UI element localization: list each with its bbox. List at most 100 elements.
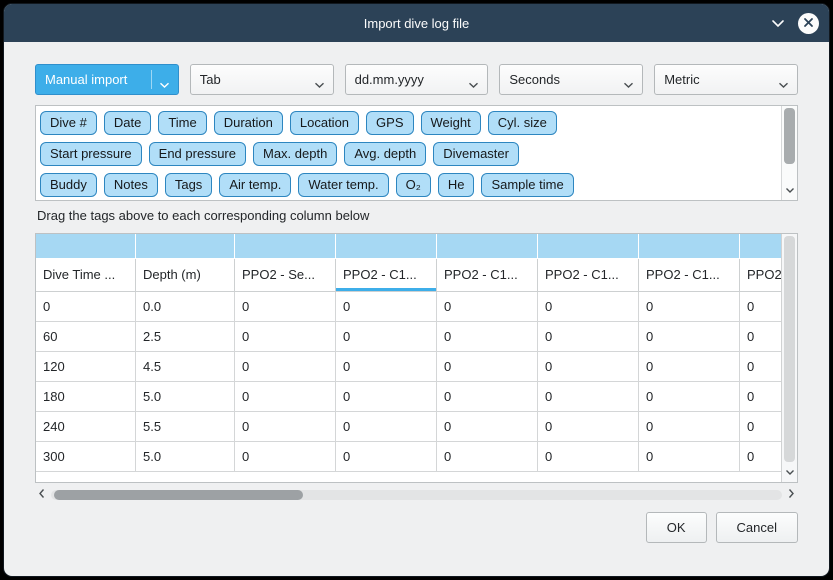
table-cell: 0	[437, 352, 538, 382]
table-cell: 0	[639, 382, 740, 412]
chevron-down-icon	[771, 16, 785, 31]
tag-chip[interactable]: Weight	[421, 111, 481, 135]
tag-chip[interactable]: Duration	[214, 111, 283, 135]
column-header[interactable]: PPO2 - C1...	[437, 259, 538, 292]
table-cell: 0	[336, 292, 437, 322]
tag-chip[interactable]: Start pressure	[40, 142, 142, 166]
tag-chip[interactable]: Max. depth	[253, 142, 337, 166]
preview-grid: Dive Time ...Depth (m)PPO2 - Se...PPO2 -…	[36, 234, 782, 482]
table-cell: 0	[538, 292, 639, 322]
column-header[interactable]: PPO2	[740, 259, 782, 292]
tag-chip[interactable]: Notes	[104, 173, 158, 197]
hscroll-track[interactable]	[51, 490, 782, 500]
tag-chip[interactable]: Tags	[165, 173, 212, 197]
date-format-dropdown[interactable]: dd.mm.yyyy	[345, 64, 489, 95]
tag-row: Start pressure End pressure Max. depth Avg.…	[40, 142, 777, 166]
chevron-down-icon	[159, 77, 170, 92]
table-scrollbar-thumb[interactable]	[784, 236, 795, 462]
column-drop-target[interactable]	[136, 234, 235, 259]
table-cell: 0	[437, 412, 538, 442]
tag-chip[interactable]: He	[438, 173, 475, 197]
tags-scrollbar-thumb[interactable]	[784, 108, 795, 164]
column-drop-target[interactable]	[740, 234, 782, 259]
table-cell: 0	[639, 412, 740, 442]
duration-format-dropdown[interactable]: Seconds	[499, 64, 643, 95]
column-drop-target[interactable]	[538, 234, 639, 259]
tag-chip[interactable]: Divemaster	[433, 142, 519, 166]
dialog-title: Import dive log file	[364, 16, 470, 31]
table-cell: 0	[740, 442, 782, 472]
table-cell: 0	[336, 352, 437, 382]
import-mode-dropdown[interactable]: Manual import	[35, 64, 179, 95]
close-icon	[803, 16, 814, 31]
tag-chip[interactable]: Time	[158, 111, 206, 135]
chevron-down-icon	[623, 77, 634, 92]
table-cell: 0	[235, 412, 336, 442]
table-cell: 0	[538, 352, 639, 382]
table-cell: 0	[336, 412, 437, 442]
table-cell: 0	[639, 322, 740, 352]
table-cell: 0	[538, 382, 639, 412]
rollup-button[interactable]	[771, 16, 785, 31]
column-drop-row	[36, 234, 782, 259]
column-drop-target[interactable]	[235, 234, 336, 259]
tag-chip[interactable]: Air temp.	[219, 173, 291, 197]
ok-button[interactable]: OK	[646, 512, 707, 543]
tag-chip[interactable]: Dive #	[40, 111, 97, 135]
table-vertical-scrollbar[interactable]	[781, 234, 797, 482]
column-drop-target[interactable]	[437, 234, 538, 259]
chevron-down-icon	[785, 181, 795, 199]
tag-chip[interactable]: Cyl. size	[488, 111, 557, 135]
tag-chip[interactable]: Location	[290, 111, 359, 135]
column-drop-target[interactable]	[36, 234, 136, 259]
tags-vertical-scrollbar[interactable]	[781, 106, 797, 200]
chevron-left-icon	[38, 486, 45, 504]
tag-chip[interactable]: Sample time	[481, 173, 573, 197]
units-dropdown[interactable]: Metric	[654, 64, 798, 95]
table-row: 3005.0000000	[36, 442, 782, 472]
table-cell: 0	[437, 382, 538, 412]
tag-chip[interactable]: Water temp.	[298, 173, 388, 197]
tags-scroll-down-button[interactable]	[782, 181, 797, 199]
close-button[interactable]	[798, 13, 819, 34]
table-row: 1204.5000000	[36, 352, 782, 382]
tag-chip[interactable]: Date	[104, 111, 151, 135]
preview-table: Dive Time ...Depth (m)PPO2 - Se...PPO2 -…	[35, 233, 798, 483]
column-header[interactable]: Dive Time ...	[36, 259, 136, 292]
column-drop-target[interactable]	[639, 234, 740, 259]
tag-rows: Dive # Date Time Duration Location GPS Weight C…	[36, 106, 781, 200]
table-horizontal-scrollbar	[35, 487, 798, 502]
tag-chip[interactable]: O₂	[396, 173, 431, 197]
field-separator-dropdown[interactable]: Tab	[190, 64, 334, 95]
scroll-right-button[interactable]	[785, 486, 798, 504]
chevron-down-icon	[778, 77, 789, 92]
tag-palette: Dive # Date Time Duration Location GPS Weight C…	[35, 105, 798, 201]
column-header[interactable]: PPO2 - Se...	[235, 259, 336, 292]
column-header[interactable]: Depth (m)	[136, 259, 235, 292]
table-cell: 0	[740, 412, 782, 442]
tag-chip[interactable]: End pressure	[149, 142, 246, 166]
column-header[interactable]: PPO2 - C1...	[538, 259, 639, 292]
table-cell: 0	[437, 442, 538, 472]
duration-format-dropdown-value: Seconds	[509, 72, 560, 87]
column-header[interactable]: PPO2 - C1...	[336, 259, 437, 292]
cancel-button[interactable]: Cancel	[716, 512, 798, 543]
table-scroll-down-button[interactable]	[782, 463, 797, 481]
column-drop-target[interactable]	[336, 234, 437, 259]
table-cell: 0	[36, 292, 136, 322]
table-cell: 0	[235, 322, 336, 352]
hscroll-thumb[interactable]	[54, 490, 303, 500]
tag-chip[interactable]: Buddy	[40, 173, 97, 197]
table-cell: 0	[538, 442, 639, 472]
table-cell: 0	[538, 412, 639, 442]
table-cell: 120	[36, 352, 136, 382]
table-row: 00.0000000	[36, 292, 782, 322]
titlebar-controls	[771, 4, 819, 42]
tag-chip[interactable]: Avg. depth	[344, 142, 426, 166]
column-header[interactable]: PPO2 - C1...	[639, 259, 740, 292]
table-cell: 0	[437, 322, 538, 352]
table-cell: 0	[639, 442, 740, 472]
tag-chip[interactable]: GPS	[366, 111, 413, 135]
scroll-left-button[interactable]	[35, 486, 48, 504]
table-cell: 4.5	[136, 352, 235, 382]
